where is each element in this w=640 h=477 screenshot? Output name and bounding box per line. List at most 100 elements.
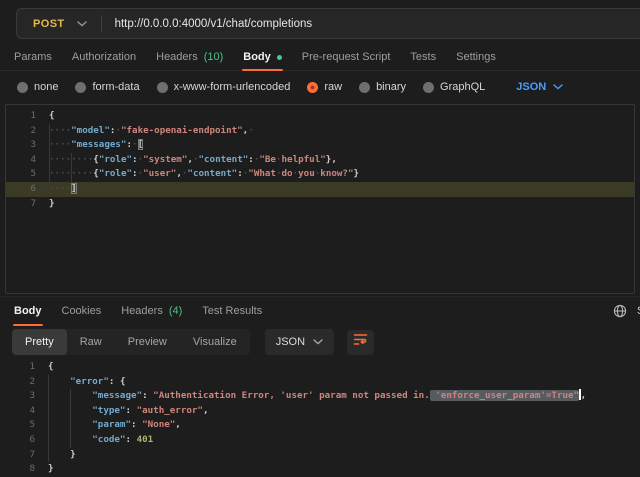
body-type-x-www-form-urlencoded[interactable]: x-www-form-urlencoded	[157, 81, 291, 93]
request-url-bar-section: POST http://0.0.0.0:4000/v1/chat/complet…	[0, 0, 640, 44]
tab-authorization[interactable]: Authorization	[62, 44, 146, 70]
code-token	[48, 449, 70, 460]
code-line: 4 "type": "auth_error",	[5, 404, 635, 419]
tab-test-results[interactable]: Test Results	[192, 297, 272, 325]
code-token: },	[326, 154, 337, 165]
code-token: "Authentication Error, 'user' param not …	[153, 390, 430, 401]
chevron-down-icon	[313, 339, 323, 345]
line-number: 2	[5, 375, 35, 390]
code-token: ····	[49, 139, 71, 150]
code-line: 1{	[5, 360, 635, 375]
unsaved-dot-icon	[277, 55, 282, 60]
code-line: 3····"messages":·[	[6, 138, 634, 153]
indent-guide	[70, 389, 71, 447]
radio-icon	[423, 82, 434, 93]
response-content-type-label: JSON	[276, 336, 305, 348]
method-label: POST	[17, 18, 77, 30]
tab-body[interactable]: Body	[4, 297, 52, 325]
code-token: "content"	[187, 168, 237, 179]
code-token: "messages"	[71, 139, 126, 150]
code-token: "user"	[143, 168, 176, 179]
code-line: 1{	[6, 109, 634, 124]
body-type-form-data[interactable]: form-data	[75, 81, 139, 93]
code-token: ]	[71, 183, 77, 194]
line-number: 3	[6, 138, 36, 153]
tab-label: Pre-request Script	[302, 51, 391, 63]
tab-cookies[interactable]: Cookies	[52, 297, 112, 325]
request-body-editor[interactable]: 1{2····"model":·"fake-openai-endpoint",·…	[6, 105, 634, 211]
line-number: 4	[6, 153, 36, 168]
tab-label: Cookies	[62, 305, 102, 317]
body-type-graphql[interactable]: GraphQL	[423, 81, 485, 93]
tab-body[interactable]: Body	[233, 44, 292, 70]
tab-settings[interactable]: Settings	[446, 44, 506, 70]
body-type-binary[interactable]: binary	[359, 81, 406, 93]
tab-label: Body	[243, 51, 271, 63]
radio-icon	[359, 82, 370, 93]
body-type-raw[interactable]: raw	[307, 81, 342, 93]
line-number: 7	[5, 448, 35, 463]
view-preview[interactable]: Preview	[115, 329, 180, 355]
code-line: 5········{"role":·"user",·"content":·"Wh…	[6, 167, 634, 182]
url-input[interactable]: http://0.0.0.0:4000/v1/chat/completions	[102, 18, 313, 30]
code-token: ,	[175, 419, 181, 430]
response-body-editor[interactable]: 1{2 "error": {3 "message": "Authenticati…	[5, 356, 635, 477]
radio-icon	[75, 82, 86, 93]
code-token: }	[70, 449, 76, 460]
body-type-none[interactable]: none	[17, 81, 58, 93]
tab-label: Params	[14, 51, 52, 63]
response-tabs: BodyCookiesHeaders(4)Test Results S	[0, 296, 640, 325]
line-number: 1	[6, 109, 36, 124]
line-number: 8	[5, 462, 35, 477]
response-body-editor-frame: 1{2 "error": {3 "message": "Authenticati…	[5, 356, 635, 477]
code-line: 2 "error": {	[5, 375, 635, 390]
response-view-switcher: PrettyRawPreviewVisualize	[12, 329, 250, 355]
code-token: ····	[49, 125, 71, 136]
code-line: 2····"model":·"fake-openai-endpoint",·	[6, 124, 634, 139]
word-wrap-button[interactable]	[347, 330, 374, 355]
response-toolbar: PrettyRawPreviewVisualize JSON	[12, 329, 640, 355]
tab-params[interactable]: Params	[4, 44, 62, 70]
tab-label: Headers	[121, 305, 163, 317]
code-token: ,	[203, 405, 209, 416]
code-token: "system"	[143, 154, 187, 165]
code-token: know?"	[320, 168, 353, 179]
indent-guide	[48, 375, 49, 463]
radio-label: x-www-form-urlencoded	[174, 81, 291, 93]
indent-guide	[49, 124, 50, 197]
radio-icon	[17, 82, 28, 93]
globe-icon[interactable]	[613, 304, 627, 323]
selected-text: 'enforce_user_param'=True"	[430, 390, 579, 401]
tab-headers[interactable]: Headers(4)	[111, 297, 192, 325]
tab-label: Test Results	[202, 305, 262, 317]
code-token: ····	[49, 183, 71, 194]
code-line: 7 }	[5, 448, 635, 463]
code-token: {	[49, 110, 55, 121]
view-visualize[interactable]: Visualize	[180, 329, 250, 355]
request-body-editor-frame: 1{2····"model":·"fake-openai-endpoint",·…	[5, 104, 635, 294]
tab-pre-request-script[interactable]: Pre-request Script	[292, 44, 401, 70]
code-token: "auth_error"	[137, 405, 203, 416]
code-token: "fake-openai-endpoint"	[121, 125, 243, 136]
radio-label: GraphQL	[440, 81, 485, 93]
tab-tests[interactable]: Tests	[400, 44, 446, 70]
code-line: 3 "message": "Authentication Error, 'use…	[5, 389, 635, 404]
code-token: {	[120, 376, 126, 387]
code-token: }	[49, 198, 55, 209]
tab-label: Headers	[156, 51, 198, 63]
word-wrap-icon	[353, 333, 368, 351]
tab-count-badge: (10)	[204, 51, 224, 63]
code-token: "Be	[259, 154, 276, 165]
view-pretty[interactable]: Pretty	[12, 329, 67, 355]
request-content-type-dropdown[interactable]: JSON	[516, 81, 563, 93]
chevron-down-icon	[553, 84, 563, 90]
view-raw[interactable]: Raw	[67, 329, 115, 355]
url-bar: POST http://0.0.0.0:4000/v1/chat/complet…	[16, 8, 640, 39]
code-token: helpful"	[282, 154, 326, 165]
code-line: 8}	[5, 462, 635, 477]
tab-headers[interactable]: Headers (10)	[146, 44, 233, 70]
response-content-type-dropdown[interactable]: JSON	[265, 329, 334, 355]
code-token: "role"	[99, 168, 132, 179]
method-dropdown[interactable]: POST	[17, 18, 101, 30]
code-token: "None"	[142, 419, 175, 430]
